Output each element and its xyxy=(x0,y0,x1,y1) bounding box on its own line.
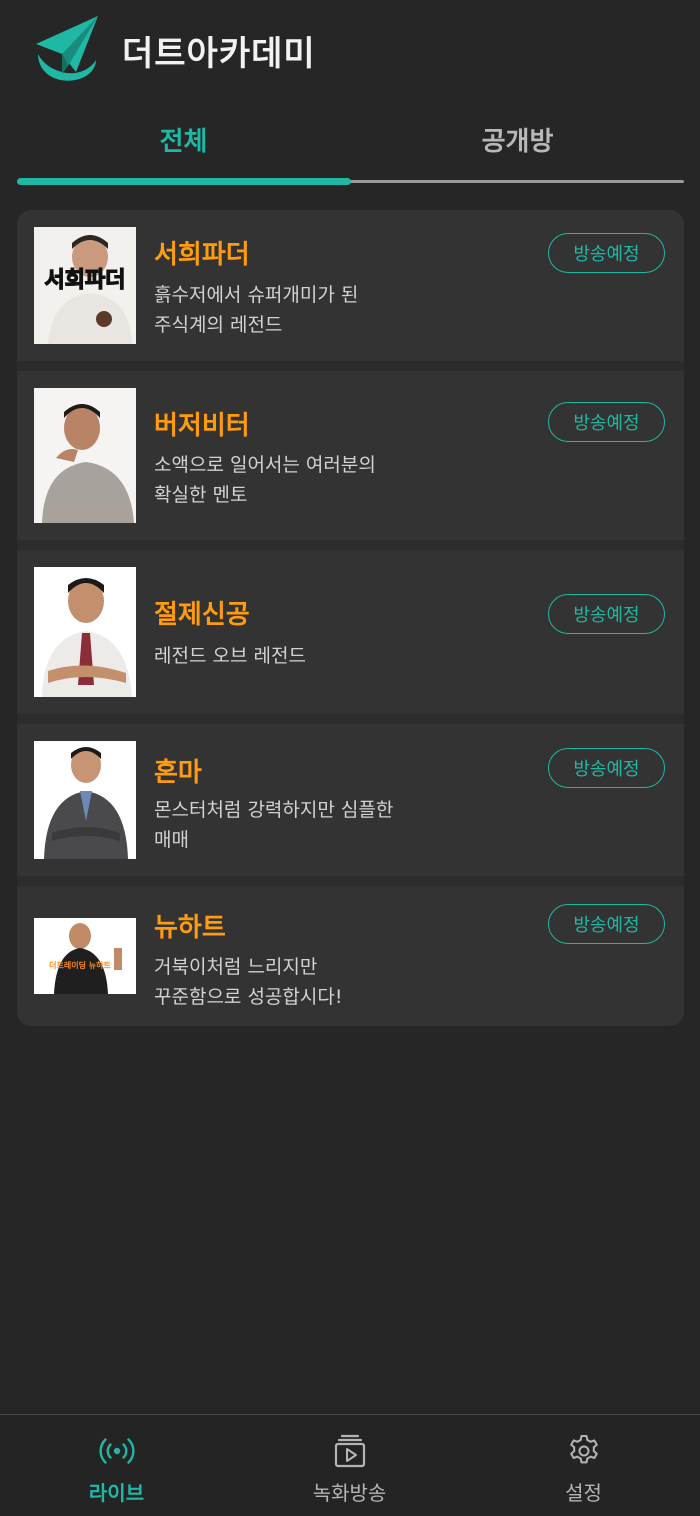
avatar-image xyxy=(34,741,136,859)
status-badge[interactable]: 방송예정 xyxy=(548,233,665,273)
tab-all[interactable]: 전체 xyxy=(17,104,350,174)
streamer-name: 절제신공 xyxy=(154,600,250,630)
app-title: 더트아카데미 xyxy=(122,34,316,74)
status-badge[interactable]: 방송예정 xyxy=(548,594,665,634)
avatar-image xyxy=(34,567,136,697)
nav-live-label: 라이브 xyxy=(88,1481,145,1505)
streamer-description: 몬스터처럼 강력하지만 심플한 매매 xyxy=(154,799,394,851)
bottom-navigation: 라이브 녹화방송 설정 xyxy=(0,1414,700,1516)
streamer-list: 서희파더 서희파더 흙수저에서 슈퍼개미가 된 주식계의 레전드 방송예정 버저… xyxy=(17,210,684,1026)
streamer-avatar xyxy=(34,388,136,523)
video-library-icon xyxy=(334,1434,365,1468)
streamer-name: 서희파더 xyxy=(154,240,250,270)
streamer-card[interactable]: 버저비터 소액으로 일어서는 여러분의 확실한 멘토 방송예정 xyxy=(17,371,684,540)
streamer-card[interactable]: 절제신공 레전드 오브 레전드 방송예정 xyxy=(17,550,684,714)
nav-recorded[interactable]: 녹화방송 xyxy=(233,1415,466,1516)
streamer-description: 흙수저에서 슈퍼개미가 된 주식계의 레전드 xyxy=(154,284,359,336)
streamer-avatar: 서희파더 xyxy=(34,227,136,344)
streamer-description: 거북이처럼 느리지만 꾸준함으로 성공합시다! xyxy=(154,956,343,1008)
streamer-name: 버저비터 xyxy=(154,411,250,441)
app-header: 더트아카데미 xyxy=(0,0,700,100)
status-badge[interactable]: 방송예정 xyxy=(548,402,665,442)
gear-icon xyxy=(569,1435,598,1464)
avatar-image: 서희파더 xyxy=(34,227,136,344)
tab-bar: 전체 공개방 xyxy=(17,104,684,186)
streamer-description: 레전드 오브 레전드 xyxy=(154,645,306,667)
paper-plane-logo-icon xyxy=(36,16,98,81)
streamer-name: 뉴하트 xyxy=(154,913,226,943)
avatar-image: 더트레이딩 뉴하트 xyxy=(34,918,136,994)
broadcast-icon xyxy=(98,1438,135,1464)
streamer-avatar xyxy=(34,741,136,859)
streamer-name: 혼마 xyxy=(154,758,202,788)
streamer-card[interactable]: 혼마 몬스터처럼 강력하지만 심플한 매매 방송예정 xyxy=(17,724,684,876)
status-badge[interactable]: 방송예정 xyxy=(548,748,665,788)
nav-live[interactable]: 라이브 xyxy=(0,1415,233,1516)
nav-settings-label: 설정 xyxy=(565,1481,602,1505)
streamer-avatar: 더트레이딩 뉴하트 xyxy=(34,918,136,994)
nav-recorded-label: 녹화방송 xyxy=(312,1481,387,1505)
svg-text:서희파더: 서희파더 xyxy=(45,268,126,293)
streamer-avatar xyxy=(34,567,136,697)
avatar-image xyxy=(34,388,136,523)
svg-text:더트레이딩 뉴하트: 더트레이딩 뉴하트 xyxy=(49,960,111,970)
tab-public-room[interactable]: 공개방 xyxy=(351,104,684,174)
streamer-card[interactable]: 서희파더 서희파더 흙수저에서 슈퍼개미가 된 주식계의 레전드 방송예정 xyxy=(17,210,684,361)
streamer-description: 소액으로 일어서는 여러분의 확실한 멘토 xyxy=(154,454,376,506)
status-badge[interactable]: 방송예정 xyxy=(548,904,665,944)
tab-active-indicator xyxy=(17,178,351,185)
nav-settings[interactable]: 설정 xyxy=(467,1415,700,1516)
streamer-card[interactable]: 더트레이딩 뉴하트 뉴하트 거북이처럼 느리지만 꾸준함으로 성공합시다! 방송… xyxy=(17,886,684,1026)
